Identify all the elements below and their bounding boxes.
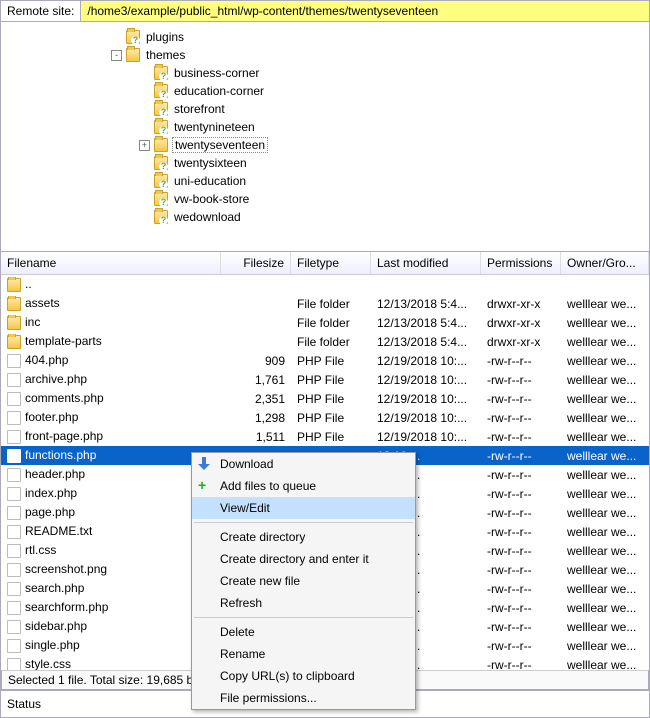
tree-item-label: twentyseventeen — [172, 137, 268, 153]
menu-item-file-permissions[interactable]: File permissions... — [192, 687, 415, 709]
tree-item-label: vw-book-store — [172, 192, 251, 206]
folder-icon — [154, 210, 168, 224]
download-icon — [198, 457, 212, 471]
file-icon — [7, 563, 21, 577]
file-row[interactable]: comments.php2,351PHP File12/19/2018 10:.… — [1, 389, 649, 408]
file-icon — [7, 411, 21, 425]
file-icon — [7, 373, 21, 387]
file-icon — [7, 449, 21, 463]
menu-item-copy-url-s-to-clipboard[interactable]: Copy URL(s) to clipboard — [192, 665, 415, 687]
folder-icon — [154, 156, 168, 170]
menu-separator — [194, 522, 413, 523]
menu-item-delete[interactable]: Delete — [192, 621, 415, 643]
file-icon — [7, 506, 21, 520]
remote-site-bar: Remote site: /home3/example/public_html/… — [0, 0, 650, 22]
tree-item-label: plugins — [144, 30, 186, 44]
folder-icon — [154, 120, 168, 134]
file-icon — [7, 658, 21, 670]
tree-item-label: education-corner — [172, 84, 266, 98]
tree-item[interactable]: uni-education — [1, 172, 649, 190]
remote-site-label: Remote site: — [1, 1, 80, 21]
tree-item-label: business-corner — [172, 66, 261, 80]
menu-item-create-directory[interactable]: Create directory — [192, 526, 415, 548]
remote-path-input[interactable]: /home3/example/public_html/wp-content/th… — [80, 1, 649, 21]
folder-icon — [126, 30, 140, 44]
file-row[interactable]: archive.php1,761PHP File12/19/2018 10:..… — [1, 370, 649, 389]
tree-item[interactable]: storefront — [1, 100, 649, 118]
menu-item-rename[interactable]: Rename — [192, 643, 415, 665]
file-row[interactable]: .. — [1, 275, 649, 294]
context-menu: DownloadAdd files to queueView/Edit Creat… — [191, 452, 416, 710]
tree-item[interactable]: vw-book-store — [1, 190, 649, 208]
file-icon — [7, 392, 21, 406]
folder-icon — [7, 316, 21, 330]
tree-item[interactable]: + twentyseventeen — [1, 136, 649, 154]
column-headers[interactable]: Filename Filesize Filetype Last modified… — [1, 252, 649, 275]
folder-icon — [7, 297, 21, 311]
folder-icon — [154, 192, 168, 206]
tree-item-label: twentysixteen — [172, 156, 249, 170]
file-icon — [7, 601, 21, 615]
folder-icon — [154, 102, 168, 116]
file-row[interactable]: front-page.php1,511PHP File12/19/2018 10… — [1, 427, 649, 446]
tree-item-label: storefront — [172, 102, 227, 116]
file-icon — [7, 544, 21, 558]
col-permissions[interactable]: Permissions — [481, 252, 561, 274]
col-filesize[interactable]: Filesize — [221, 252, 291, 274]
menu-separator — [194, 617, 413, 618]
file-icon — [7, 468, 21, 482]
folder-icon — [154, 138, 168, 152]
tree-item[interactable]: - themes — [1, 46, 649, 64]
file-row[interactable]: incFile folder12/13/2018 5:4...drwxr-xr-… — [1, 313, 649, 332]
tree-expander-icon[interactable]: + — [139, 140, 150, 151]
menu-item-create-new-file[interactable]: Create new file — [192, 570, 415, 592]
file-list-pane[interactable]: Filename Filesize Filetype Last modified… — [0, 252, 650, 691]
folder-icon — [7, 335, 21, 349]
file-icon — [7, 354, 21, 368]
tree-item[interactable]: twentynineteen — [1, 118, 649, 136]
file-icon — [7, 430, 21, 444]
menu-item-download[interactable]: Download — [192, 453, 415, 475]
folder-icon — [126, 48, 140, 62]
tree-item[interactable]: education-corner — [1, 82, 649, 100]
remote-tree-pane[interactable]: plugins - themes business-corner education-c… — [0, 22, 650, 252]
col-filetype[interactable]: Filetype — [291, 252, 371, 274]
menu-item-refresh[interactable]: Refresh — [192, 592, 415, 614]
add-icon — [198, 479, 212, 493]
folder-icon — [154, 84, 168, 98]
file-icon — [7, 582, 21, 596]
file-icon — [7, 620, 21, 634]
folder-icon — [154, 66, 168, 80]
tree-item[interactable]: business-corner — [1, 64, 649, 82]
menu-item-add-files-to-queue[interactable]: Add files to queue — [192, 475, 415, 497]
col-last-modified[interactable]: Last modified — [371, 252, 481, 274]
tree-expander-icon[interactable]: - — [111, 50, 122, 61]
tree-item-label: wedownload — [172, 210, 243, 224]
file-row[interactable]: assetsFile folder12/13/2018 5:4...drwxr-… — [1, 294, 649, 313]
col-filename[interactable]: Filename — [1, 252, 221, 274]
file-icon — [7, 639, 21, 653]
file-row[interactable]: template-partsFile folder12/13/2018 5:4.… — [1, 332, 649, 351]
menu-item-view-edit[interactable]: View/Edit — [192, 497, 415, 519]
file-row[interactable]: 404.php909PHP File12/19/2018 10:...-rw-r… — [1, 351, 649, 370]
tree-item[interactable]: wedownload — [1, 208, 649, 226]
tree-item[interactable]: twentysixteen — [1, 154, 649, 172]
tree-item[interactable]: plugins — [1, 28, 649, 46]
file-icon — [7, 525, 21, 539]
folder-icon — [154, 174, 168, 188]
tree-item-label: twentynineteen — [172, 120, 257, 134]
file-row[interactable]: footer.php1,298PHP File12/19/2018 10:...… — [1, 408, 649, 427]
folder-icon — [7, 278, 21, 292]
col-owner-group[interactable]: Owner/Gro... — [561, 252, 649, 274]
tree-item-label: uni-education — [172, 174, 248, 188]
file-icon — [7, 487, 21, 501]
tree-item-label: themes — [144, 48, 187, 62]
menu-item-create-directory-and-enter-it[interactable]: Create directory and enter it — [192, 548, 415, 570]
